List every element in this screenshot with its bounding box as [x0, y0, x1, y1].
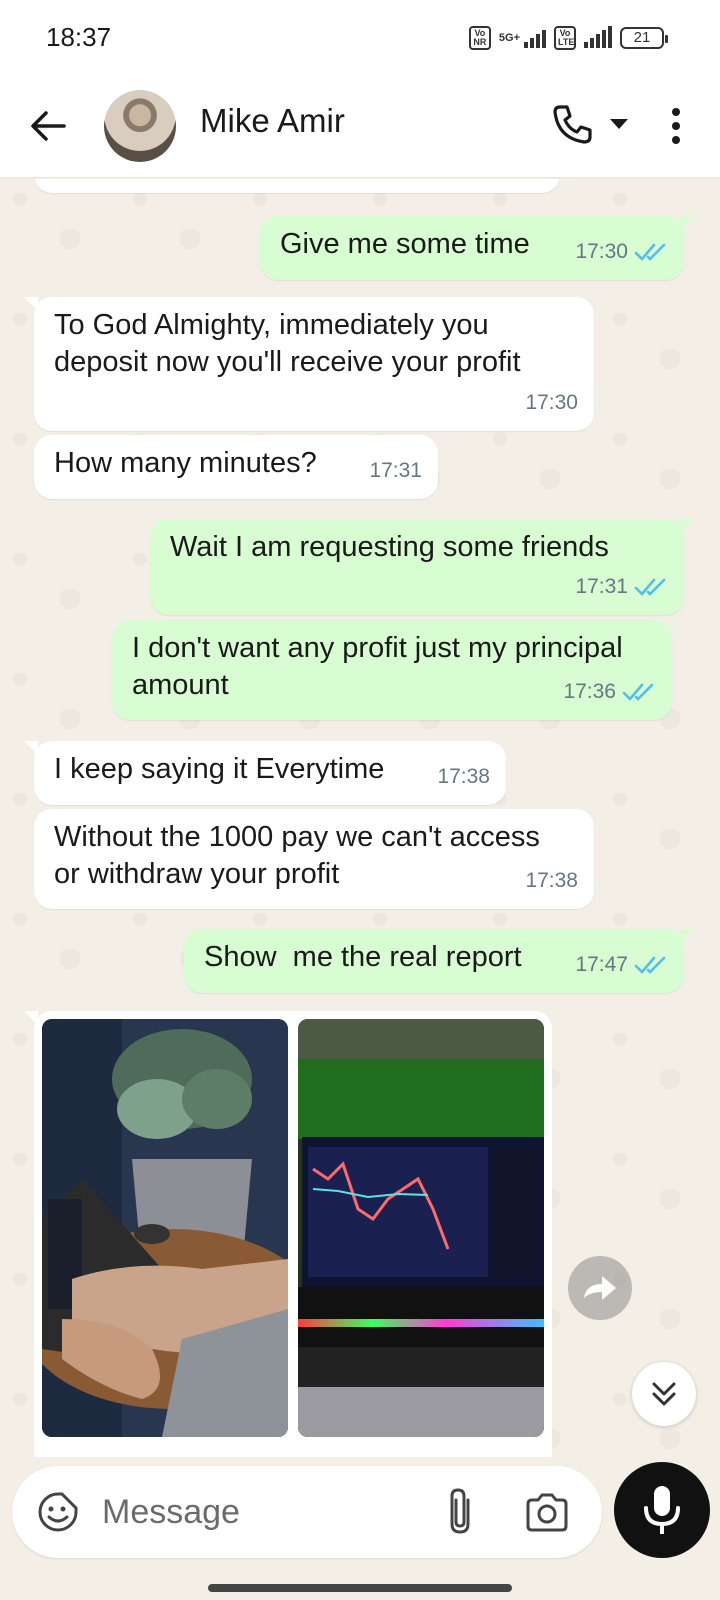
message-bubble-outgoing[interactable]: Give me some time 17:30 [260, 216, 694, 280]
message-bubble-incoming[interactable]: How many minutes? 17:31 [34, 435, 438, 499]
message-time: 17:30 [575, 240, 628, 263]
battery-icon: 21 [620, 27, 668, 49]
message-bubble-outgoing[interactable]: Wait I am requesting some friends 17:31 [150, 519, 694, 615]
message-bubble-incoming[interactable]: I keep saying it Everytime 17:38 [24, 741, 506, 805]
forward-button[interactable] [568, 1256, 632, 1320]
message-text: Show me the real report [204, 941, 522, 973]
message-time: 17:36 [563, 680, 616, 703]
media-message[interactable] [24, 1011, 552, 1457]
arrow-left-icon[interactable] [26, 104, 70, 148]
message-text: How many minutes? [54, 447, 317, 479]
status-bar: 18:37 Vo NR 5G+ Vo LTE 21 [0, 0, 720, 76]
double-check-icon [634, 578, 666, 596]
signal-2-icon [584, 26, 612, 48]
chat-header: Mike Amir [0, 76, 720, 178]
message-time: 17:30 [491, 179, 544, 187]
trading-monitor-photo[interactable] [298, 1019, 544, 1437]
phone-icon[interactable] [550, 102, 594, 146]
network-type: 5G+ [498, 32, 520, 44]
gesture-handle[interactable] [208, 1584, 512, 1592]
laptop-photo[interactable] [42, 1019, 288, 1437]
message-text: I keep saying it Everytime [54, 753, 385, 785]
message-text: I don't want any profit just my principa… [132, 632, 623, 701]
double-check-icon [634, 956, 666, 974]
camera-icon[interactable] [524, 1490, 570, 1534]
message-composer [12, 1466, 602, 1558]
chat-area[interactable]: 17:30 Give me some time 17:30 To God Alm… [0, 179, 720, 1457]
message-time: 17:30 [525, 391, 578, 414]
chevron-down-icon[interactable] [608, 116, 630, 132]
microphone-icon [644, 1486, 680, 1534]
contact-name[interactable]: Mike Amir [200, 102, 345, 140]
message-time: 17:31 [575, 575, 628, 598]
message-bubble-incoming[interactable]: To God Almighty, immediately you deposit… [24, 297, 594, 431]
message-bubble-outgoing[interactable]: Show me the real report 17:47 [184, 929, 694, 993]
double-chevron-down-icon [652, 1382, 676, 1406]
message-text: To God Almighty, immediately you deposit… [54, 309, 521, 378]
double-check-icon [634, 243, 666, 261]
message-time: 17:38 [437, 765, 490, 788]
paperclip-icon[interactable] [440, 1486, 480, 1538]
status-icons: Vo NR 5G+ Vo LTE 21 [468, 24, 668, 52]
message-bubble-incoming[interactable]: Without the 1000 pay we can't access or … [34, 809, 594, 909]
contact-avatar[interactable] [104, 90, 176, 162]
status-time: 18:37 [46, 22, 112, 52]
message-time: 17:47 [575, 953, 628, 976]
message-bubble-outgoing[interactable]: I don't want any profit just my principa… [112, 620, 672, 720]
message-text: Give me some time [280, 228, 530, 260]
signal-1-icon [524, 28, 546, 48]
voice-record-button[interactable] [614, 1462, 710, 1558]
scroll-to-bottom-button[interactable] [632, 1362, 696, 1426]
more-vertical-icon[interactable] [664, 104, 688, 148]
message-time: 17:31 [369, 459, 422, 482]
system-nav-bar [0, 1562, 720, 1600]
double-check-icon [622, 683, 654, 701]
message-text: Without the 1000 pay we can't access or … [54, 821, 540, 890]
volte-lte-icon: Vo LTE [554, 26, 576, 50]
forward-icon [584, 1276, 616, 1300]
message-bubble-partial[interactable]: 17:30 [34, 179, 560, 193]
sticker-icon[interactable] [36, 1490, 80, 1534]
volte-nr-icon: Vo NR [468, 26, 491, 50]
message-time: 17:38 [525, 869, 578, 892]
message-input[interactable] [102, 1486, 402, 1538]
message-text: Wait I am requesting some friends [170, 531, 609, 563]
